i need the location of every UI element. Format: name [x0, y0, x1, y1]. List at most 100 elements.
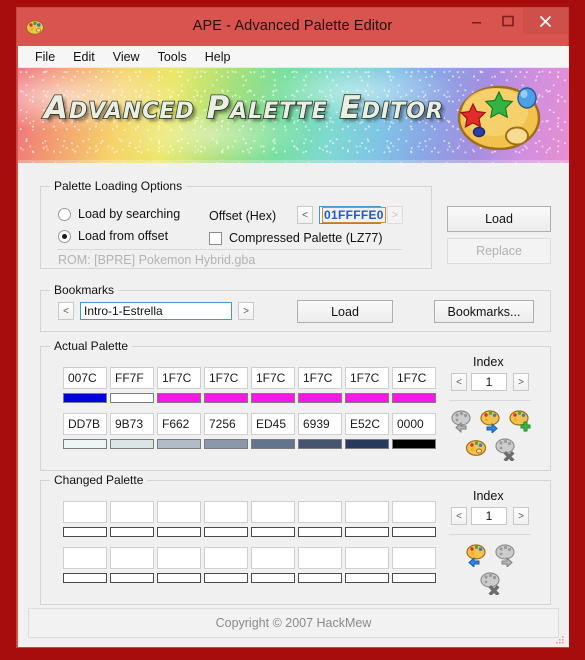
actual-swatch-0-5[interactable] [298, 393, 342, 403]
actual-swatch-1-2[interactable] [157, 439, 201, 449]
changed-hex-1-7[interactable] [392, 547, 436, 569]
menu-item-help[interactable]: Help [196, 48, 240, 66]
bookmark-next-button[interactable]: > [238, 302, 254, 320]
actual-swatch-1-7[interactable] [392, 439, 436, 449]
changed-hex-1-6[interactable] [345, 547, 389, 569]
changed-hex-0-5[interactable] [298, 501, 342, 523]
changed-index-next-button[interactable]: > [513, 507, 529, 525]
menu-item-view[interactable]: View [104, 48, 149, 66]
actual-swatch-0-2[interactable] [157, 393, 201, 403]
edit-palette-icon[interactable] [463, 435, 489, 461]
actual-hex-0-4[interactable]: 1F7C [251, 367, 295, 389]
bookmark-input[interactable] [80, 302, 232, 320]
menu-item-edit[interactable]: Edit [64, 48, 104, 66]
changed-hex-1-0[interactable] [63, 547, 107, 569]
actual-swatch-0-4[interactable] [251, 393, 295, 403]
title-bar[interactable]: APE - Advanced Palette Editor [17, 8, 568, 46]
actual-swatch-0-7[interactable] [392, 393, 436, 403]
offset-input[interactable]: 01FFFFE0 [319, 206, 386, 224]
changed-hex-0-0[interactable] [63, 501, 107, 523]
changed-index-input[interactable]: 1 [471, 507, 507, 525]
bookmark-load-button[interactable]: Load [297, 300, 393, 323]
changed-hex-1-3[interactable] [204, 547, 248, 569]
actual-hex-0-5[interactable]: 1F7C [298, 367, 342, 389]
changed-swatch-0-2[interactable] [157, 527, 201, 537]
radio-load-from-offset[interactable]: Load from offset [58, 229, 168, 243]
copy-palette-icon[interactable] [478, 407, 504, 435]
changed-swatch-0-0[interactable] [63, 527, 107, 537]
changed-hex-1-4[interactable] [251, 547, 295, 569]
resize-grip[interactable] [553, 632, 565, 644]
actual-hex-0-0[interactable]: 007C [63, 367, 107, 389]
changed-swatch-0-5[interactable] [298, 527, 342, 537]
load-button[interactable]: Load [447, 206, 551, 232]
changed-swatch-0-3[interactable] [204, 527, 248, 537]
changed-swatch-1-0[interactable] [63, 573, 107, 583]
add-palette-icon[interactable] [507, 407, 533, 433]
actual-swatch-1-4[interactable] [251, 439, 295, 449]
actual-hex-1-1[interactable]: 9B73 [110, 413, 154, 435]
changed-hex-1-1[interactable] [110, 547, 154, 569]
actual-hex-1-3[interactable]: 7256 [204, 413, 248, 435]
clear-palette-icon[interactable] [478, 569, 504, 596]
menu-item-file[interactable]: File [26, 48, 64, 66]
changed-swatch-0-7[interactable] [392, 527, 436, 537]
delete-palette-icon[interactable] [493, 435, 519, 462]
offset-prev-button[interactable]: < [297, 206, 313, 224]
changed-swatch-1-1[interactable] [110, 573, 154, 583]
actual-swatch-0-3[interactable] [204, 393, 248, 403]
changed-hex-1-5[interactable] [298, 547, 342, 569]
actual-swatch-1-3[interactable] [204, 439, 248, 449]
actual-swatch-1-0[interactable] [63, 439, 107, 449]
actual-swatch-0-6[interactable] [345, 393, 389, 403]
radio-load-by-searching[interactable]: Load by searching [58, 207, 180, 221]
actual-index-next-button[interactable]: > [513, 373, 529, 391]
changed-hex-0-2[interactable] [157, 501, 201, 523]
changed-swatch-1-6[interactable] [345, 573, 389, 583]
offset-next-button[interactable]: > [387, 206, 403, 224]
changed-swatch-0-6[interactable] [345, 527, 389, 537]
actual-swatch-1-1[interactable] [110, 439, 154, 449]
changed-hex-0-4[interactable] [251, 501, 295, 523]
changed-hex-1-2[interactable] [157, 547, 201, 569]
changed-swatch-1-3[interactable] [204, 573, 248, 583]
changed-index-prev-button[interactable]: < [451, 507, 467, 525]
actual-hex-1-6[interactable]: E52C [345, 413, 389, 435]
actual-index-prev-button[interactable]: < [451, 373, 467, 391]
actual-swatch-1-6[interactable] [345, 439, 389, 449]
actual-hex-0-2[interactable]: 1F7C [157, 367, 201, 389]
changed-hex-0-7[interactable] [392, 501, 436, 523]
actual-hex-0-3[interactable]: 1F7C [204, 367, 248, 389]
bookmark-prev-button[interactable]: < [58, 302, 74, 320]
actual-hex-0-6[interactable]: 1F7C [345, 367, 389, 389]
changed-swatch-1-2[interactable] [157, 573, 201, 583]
actual-hex-1-7[interactable]: 0000 [392, 413, 436, 435]
maximize-icon[interactable] [492, 8, 523, 34]
minimize-icon[interactable] [461, 8, 492, 34]
close-icon[interactable] [523, 8, 568, 34]
replace-button[interactable]: Replace [447, 238, 551, 264]
actual-hex-1-5[interactable]: 6939 [298, 413, 342, 435]
changed-swatch-1-4[interactable] [251, 573, 295, 583]
actual-hex-1-4[interactable]: ED45 [251, 413, 295, 435]
changed-swatch-0-4[interactable] [251, 527, 295, 537]
restore-palette-icon[interactable] [449, 407, 475, 434]
bookmarks-manage-button[interactable]: Bookmarks... [434, 300, 534, 323]
actual-hex-1-0[interactable]: DD7B [63, 413, 107, 435]
actual-swatch-0-0[interactable] [63, 393, 107, 403]
actual-swatch-1-5[interactable] [298, 439, 342, 449]
actual-hex-0-1[interactable]: FF7F [110, 367, 154, 389]
apply-palette-icon[interactable] [463, 541, 489, 569]
changed-hex-0-3[interactable] [204, 501, 248, 523]
changed-swatch-1-7[interactable] [392, 573, 436, 583]
actual-hex-1-2[interactable]: F662 [157, 413, 201, 435]
actual-hex-0-7[interactable]: 1F7C [392, 367, 436, 389]
menu-item-tools[interactable]: Tools [149, 48, 196, 66]
changed-swatch-1-5[interactable] [298, 573, 342, 583]
actual-index-input[interactable]: 1 [471, 373, 507, 391]
changed-swatch-0-1[interactable] [110, 527, 154, 537]
changed-hex-0-1[interactable] [110, 501, 154, 523]
actual-swatch-0-1[interactable] [110, 393, 154, 403]
export-palette-icon[interactable] [493, 541, 519, 569]
compressed-palette-checkbox-row[interactable]: Compressed Palette (LZ77) [209, 231, 383, 245]
